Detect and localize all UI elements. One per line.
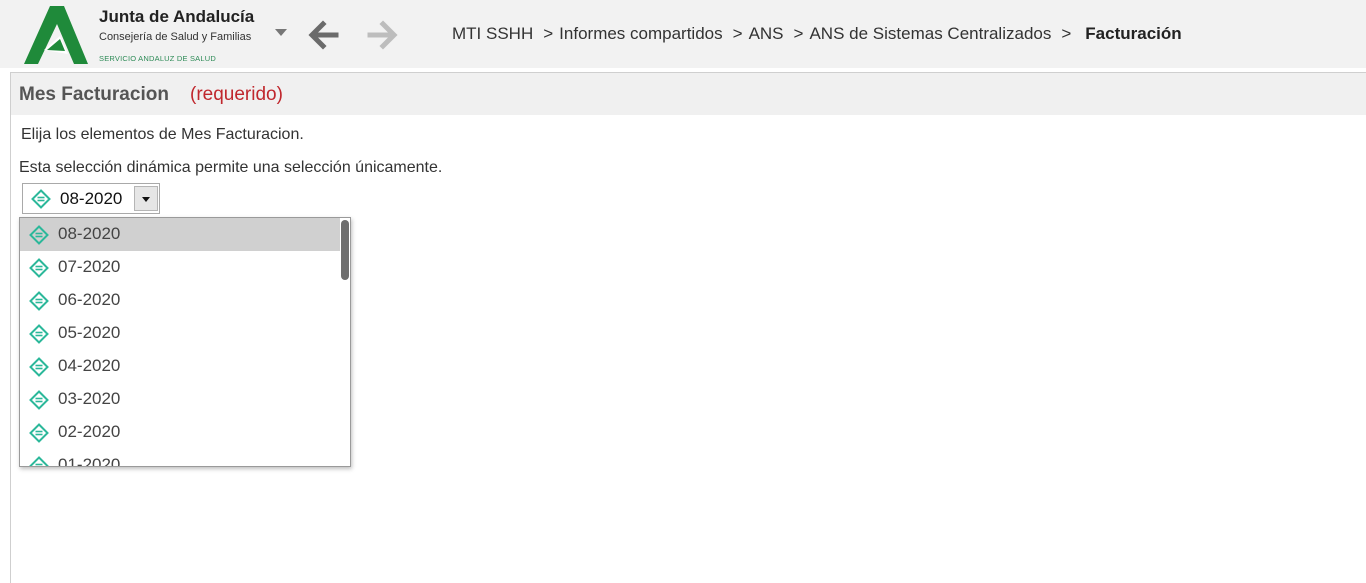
member-icon <box>29 225 49 245</box>
prompt-title: Mes Facturacion <box>19 84 169 105</box>
arrow-left-icon[interactable] <box>306 18 340 52</box>
dropdown-option[interactable]: 03-2020 <box>20 383 340 416</box>
dropdown-option[interactable]: 02-2020 <box>20 416 340 449</box>
dropdown-option[interactable]: 06-2020 <box>20 284 340 317</box>
dropdown-option-label: 03-2020 <box>58 389 121 408</box>
member-icon <box>29 456 49 466</box>
dropdown-option[interactable]: 07-2020 <box>20 251 340 284</box>
dropdown-option-label: 01-2020 <box>58 455 121 467</box>
scrollbar[interactable] <box>340 218 350 466</box>
breadcrumb: MTI SSHH > Informes compartidos > ANS > ANS de… <box>452 24 1182 44</box>
app-header: Junta de Andalucía Consejería de Salud y… <box>0 0 1366 68</box>
dropdown-option-label: 02-2020 <box>58 422 121 441</box>
breadcrumb-item[interactable]: Informes compartidos <box>559 24 722 43</box>
member-icon <box>29 423 49 443</box>
breadcrumb-separator: > <box>793 24 804 43</box>
breadcrumb-item[interactable]: ANS <box>749 24 784 43</box>
dropdown-option[interactable]: 01-2020 <box>20 449 340 467</box>
dropdown-option-label: 07-2020 <box>58 257 121 276</box>
dropdown-toggle-button[interactable] <box>134 186 158 211</box>
breadcrumb-item[interactable]: MTI SSHH <box>452 24 533 43</box>
dropdown-option[interactable]: 04-2020 <box>20 350 340 383</box>
select-value: 08-2020 <box>60 189 123 208</box>
brand-title: Junta de Andalucía <box>99 7 255 26</box>
required-label: (requerido) <box>190 84 283 105</box>
mes-facturacion-select[interactable]: 08-2020 <box>22 183 160 214</box>
breadcrumb-separator: > <box>1061 24 1072 43</box>
brand-subtitle: Consejería de Salud y Familias <box>99 31 252 43</box>
member-icon <box>29 390 49 410</box>
breadcrumb-separator: > <box>543 24 554 43</box>
dropdown-list[interactable]: 01-2020 02-2020 03-2020 04-2020 05-2020 06-20… <box>19 217 351 467</box>
arrow-right-icon[interactable] <box>366 18 400 52</box>
scrollbar-thumb[interactable] <box>341 220 349 280</box>
junta-andalucia-logo <box>24 6 88 64</box>
breadcrumb-current: Facturación <box>1085 24 1182 43</box>
member-icon <box>31 189 51 209</box>
chevron-down-icon[interactable] <box>275 29 287 36</box>
dropdown-option-label: 08-2020 <box>58 224 121 243</box>
member-icon <box>29 357 49 377</box>
dropdown-option-label: 04-2020 <box>58 356 121 375</box>
member-icon <box>29 324 49 344</box>
breadcrumb-separator: > <box>732 24 743 43</box>
dropdown-option-label: 06-2020 <box>58 290 121 309</box>
dropdown-option[interactable]: 05-2020 <box>20 317 340 350</box>
dropdown-option[interactable]: 08-2020 <box>20 218 340 251</box>
prompt-panel: Mes Facturacion (requerido) Elija los el… <box>10 72 1366 583</box>
member-icon <box>29 291 49 311</box>
prompt-header: Mes Facturacion (requerido) <box>11 73 1366 115</box>
breadcrumb-item[interactable]: ANS de Sistemas Centralizados <box>809 24 1051 43</box>
member-icon <box>29 258 49 278</box>
dropdown-option-label: 05-2020 <box>58 323 121 342</box>
brand-service: SERVICIO ANDALUZ DE SALUD <box>99 54 216 63</box>
prompt-hint: Esta selección dinámica permite una sele… <box>19 159 443 176</box>
prompt-instruction: Elija los elementos de Mes Facturacion. <box>21 126 304 143</box>
